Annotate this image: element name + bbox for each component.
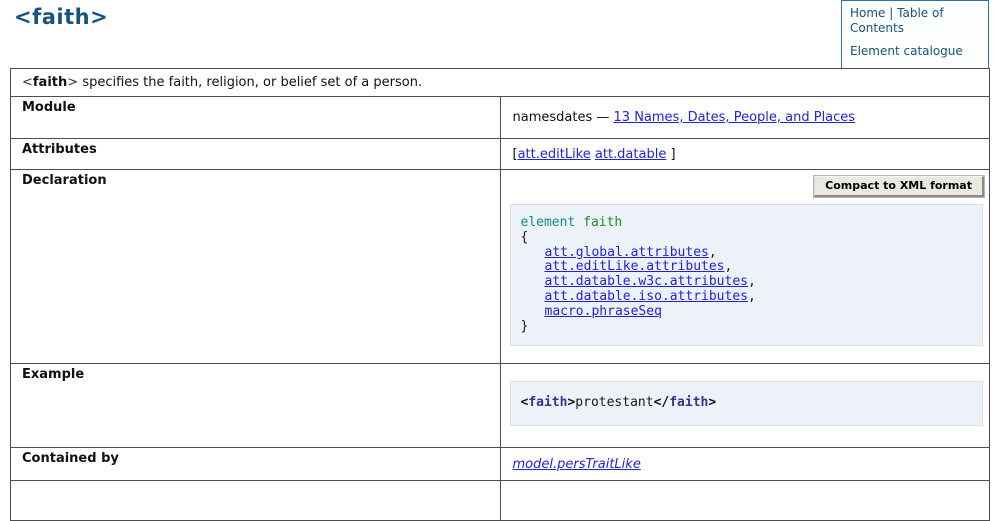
module-label: Module bbox=[11, 97, 501, 139]
example-content: <faith>protestant</faith> bbox=[500, 364, 990, 448]
contained-by-label: Contained by bbox=[11, 448, 501, 481]
nav-box: Home | Table of Contents Element catalog… bbox=[841, 0, 989, 69]
comma: , bbox=[748, 274, 756, 289]
declaration-link-att-global-attributes[interactable]: att.global.attributes bbox=[545, 245, 709, 260]
module-name: namesdates bbox=[513, 110, 593, 125]
description-tag-close: > bbox=[67, 75, 78, 90]
example-close-bracket: > bbox=[708, 395, 716, 410]
declaration-link-macro-phraseseq[interactable]: macro.phraseSeq bbox=[545, 304, 662, 319]
module-dash: — bbox=[596, 110, 609, 125]
example-open-tag-name: faith bbox=[528, 395, 567, 410]
declaration-link-att-datable-iso-attributes[interactable]: att.datable.iso.attributes bbox=[545, 289, 749, 304]
comma: , bbox=[748, 289, 756, 304]
page-header: <faith> Home | Table of Contents Element… bbox=[0, 0, 996, 68]
example-close-bracket-open: </ bbox=[654, 395, 670, 410]
example-close-tag-name: faith bbox=[669, 395, 708, 410]
description-cell: <faith> specifies the faith, religion, o… bbox=[11, 69, 990, 97]
example-code-block: <faith>protestant</faith> bbox=[510, 381, 984, 426]
declaration-link-att-editlike-attributes[interactable]: att.editLike.attributes bbox=[545, 259, 725, 274]
declaration-content: Compact to XML format element faith{att.… bbox=[500, 170, 990, 364]
declaration-keyword: element bbox=[521, 215, 576, 230]
declaration-member-line: att.editLike.attributes, bbox=[521, 260, 973, 275]
declaration-member-line: att.datable.iso.attributes, bbox=[521, 290, 973, 305]
example-text: protestant bbox=[575, 395, 653, 410]
declaration-row: Declaration Compact to XML format elemen… bbox=[11, 170, 990, 364]
declaration-link-att-datable-w3c-attributes[interactable]: att.datable.w3c.attributes bbox=[545, 274, 749, 289]
declaration-toolbar: Compact to XML format bbox=[501, 176, 985, 197]
contained-by-content: model.persTraitLike bbox=[500, 448, 990, 481]
description-row: <faith> specifies the faith, religion, o… bbox=[11, 69, 990, 97]
comma: , bbox=[709, 245, 717, 260]
declaration-close-brace: } bbox=[521, 320, 973, 335]
nav-inline: Home | Table of Contents bbox=[850, 6, 944, 35]
module-row: Module namesdates — 13 Names, Dates, Peo… bbox=[11, 97, 990, 139]
module-chapter-link[interactable]: 13 Names, Dates, People, and Places bbox=[614, 110, 856, 125]
module-content: namesdates — 13 Names, Dates, People, an… bbox=[500, 97, 990, 139]
nav-catalogue-row: Element catalogue bbox=[850, 44, 981, 59]
attributes-content: [att.editLike att.datable ] bbox=[500, 139, 990, 170]
contained-by-row: Contained by model.persTraitLike bbox=[11, 448, 990, 481]
declaration-line-element: element faith bbox=[521, 216, 973, 231]
compact-to-xml-button[interactable]: Compact to XML format bbox=[814, 176, 984, 197]
clipped-next-row bbox=[11, 481, 990, 521]
declaration-label: Declaration bbox=[11, 170, 501, 364]
declaration-member-line: att.global.attributes, bbox=[521, 246, 973, 261]
clipped-next-label bbox=[11, 481, 501, 521]
attributes-row: Attributes [att.editLike att.datable ] bbox=[11, 139, 990, 170]
clipped-next-content bbox=[500, 481, 990, 521]
comma: , bbox=[725, 259, 733, 274]
example-label: Example bbox=[11, 364, 501, 448]
declaration-element-name: faith bbox=[583, 215, 622, 230]
declaration-open-brace: { bbox=[521, 231, 973, 246]
attributes-label: Attributes bbox=[11, 139, 501, 170]
attribute-link-att-datable[interactable]: att.datable bbox=[595, 147, 666, 162]
attribute-link-att-editlike[interactable]: att.editLike bbox=[518, 147, 591, 162]
declaration-member-line: macro.phraseSeq bbox=[521, 305, 973, 320]
declaration-member-line: att.datable.w3c.attributes, bbox=[521, 275, 973, 290]
nav-separator: | bbox=[889, 6, 893, 20]
nav-link-home[interactable]: Home bbox=[850, 6, 885, 20]
attributes-close-bracket: ] bbox=[670, 147, 675, 162]
description-text: specifies the faith, religion, or belief… bbox=[82, 75, 422, 90]
example-row: Example <faith>protestant</faith> bbox=[11, 364, 990, 448]
element-spec-table: <faith> specifies the faith, religion, o… bbox=[10, 68, 990, 521]
declaration-code-block: element faith{att.global.attributes,att.… bbox=[510, 204, 984, 346]
description-tag-name: faith bbox=[33, 75, 67, 90]
nav-link-element-catalogue[interactable]: Element catalogue bbox=[850, 44, 963, 58]
page-title: <faith> bbox=[14, 5, 108, 29]
description-tag-open: < bbox=[22, 75, 33, 90]
contained-by-link-model-perstraitlike[interactable]: model.persTraitLike bbox=[513, 457, 641, 472]
